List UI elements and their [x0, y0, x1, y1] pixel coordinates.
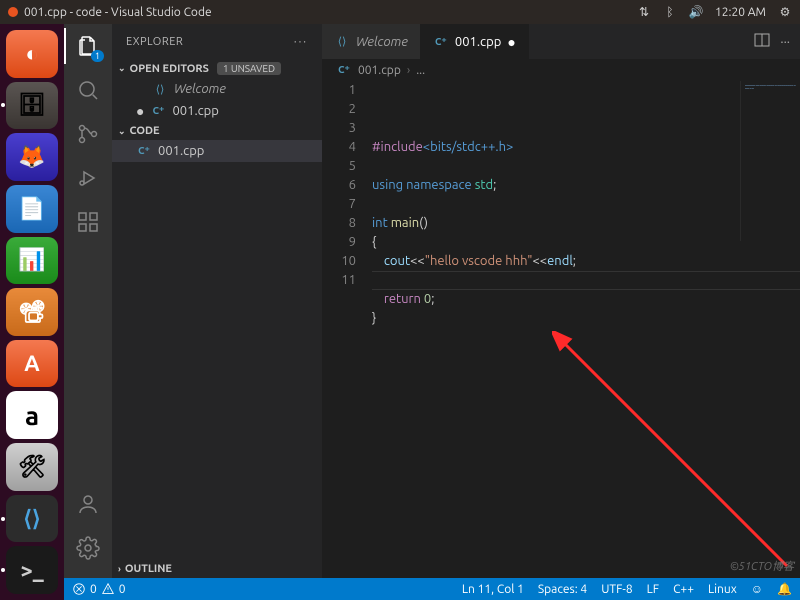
chevron-right-icon: ›: [118, 564, 121, 574]
launcher-ubuntu-software[interactable]: A: [6, 340, 58, 388]
open-editors-header[interactable]: ⌄ OPEN EDITORS 1 UNSAVED: [112, 59, 322, 78]
editor-tab[interactable]: C⁺ 001.cpp ●: [421, 24, 529, 59]
launcher-files[interactable]: 🗄: [6, 82, 58, 130]
file-label: 001.cpp: [158, 144, 204, 158]
breadcrumb[interactable]: C⁺ 001.cpp › ...: [322, 59, 800, 81]
network-icon[interactable]: ⇅: [637, 5, 651, 19]
vscode-window: 1 EXPLORER ··· ⌄ OPEN EDIT: [64, 24, 800, 600]
file-tree-item[interactable]: C⁺ 001.cpp: [112, 140, 322, 162]
gear-icon[interactable]: ⚙: [778, 5, 792, 19]
more-actions-icon[interactable]: ···: [780, 35, 790, 49]
accounts-icon[interactable]: [74, 490, 102, 518]
status-bell-icon[interactable]: 🔔: [777, 582, 792, 596]
file-label: 001.cpp: [172, 104, 218, 118]
launcher-amazon[interactable]: a: [6, 391, 58, 439]
window-title: 001.cpp - code - Visual Studio Code: [24, 6, 212, 19]
explorer-icon[interactable]: 1: [74, 32, 102, 60]
editor-main: ⟨⟩ Welcome C⁺ 001.cpp ● ··· C⁺ 001.cpp › ...…: [322, 24, 800, 578]
system-tray: ⇅ ᛒ 🔊 12:20 AM ⚙: [637, 5, 792, 19]
launcher-vscode[interactable]: ⟨⟩: [6, 495, 58, 543]
status-problems[interactable]: 0 0: [72, 582, 126, 596]
launcher-libre-impress[interactable]: 📽: [6, 288, 58, 336]
source-control-icon[interactable]: [74, 120, 102, 148]
status-os[interactable]: Linux: [708, 583, 737, 596]
debug-icon[interactable]: [74, 164, 102, 192]
launcher-ubuntu-dash[interactable]: ◐: [6, 30, 58, 78]
minimap[interactable]: ▬▬▬▬▬ ▬▬ ▬▬▬ ▬▬▬▬ ▬ ▬▬▬▬▬▬▬▬ ▬▬▬ ▬ ▬: [740, 81, 800, 241]
split-editor-icon[interactable]: [754, 32, 770, 51]
chevron-right-icon: ›: [407, 64, 410, 77]
launcher-firefox[interactable]: 🦊: [6, 133, 58, 181]
activity-bar: 1: [64, 24, 112, 578]
open-editor-item[interactable]: ⟨⟩ Welcome: [112, 78, 322, 100]
tab-label: Welcome: [356, 35, 408, 49]
sound-icon[interactable]: 🔊: [689, 5, 703, 19]
chevron-down-icon: ⌄: [118, 126, 126, 137]
watermark: ©51CTO博客: [730, 558, 794, 574]
cpp-file-icon: C⁺: [336, 62, 352, 78]
dirty-dot-icon: ●: [136, 103, 144, 119]
extensions-icon[interactable]: [74, 208, 102, 236]
editor-tabs: ⟨⟩ Welcome C⁺ 001.cpp ● ···: [322, 24, 800, 59]
launcher-settings-tool[interactable]: 🛠: [6, 443, 58, 491]
status-bar: 0 0 Ln 11, Col 1 Spaces: 4 UTF-8 LF C++ …: [64, 578, 800, 600]
code-area[interactable]: #include<bits/stdc++.h> using namespace …: [372, 81, 800, 578]
file-label: Welcome: [174, 82, 226, 96]
line-number-gutter: 1234567891011: [322, 81, 372, 578]
status-spaces[interactable]: Spaces: 4: [538, 583, 587, 596]
explorer-badge: 1: [91, 50, 104, 62]
launcher-terminal[interactable]: >_: [6, 546, 58, 594]
unsaved-badge: 1 UNSAVED: [217, 62, 281, 75]
dirty-dot-icon: ●: [507, 34, 515, 50]
explorer-more-icon[interactable]: ···: [294, 36, 308, 48]
workspace-header[interactable]: ⌄ CODE: [112, 122, 322, 140]
launcher-libre-calc[interactable]: 📊: [6, 237, 58, 285]
launcher-libre-writer[interactable]: 📄: [6, 185, 58, 233]
status-language[interactable]: C++: [673, 583, 694, 596]
explorer-title: EXPLORER: [126, 36, 183, 48]
open-editor-item[interactable]: ● C⁺ 001.cpp: [112, 100, 322, 122]
status-feedback-icon[interactable]: ☺: [751, 582, 763, 596]
cpp-file-icon: C⁺: [433, 34, 449, 50]
tab-label: 001.cpp: [455, 35, 501, 49]
status-encoding[interactable]: UTF-8: [601, 583, 632, 596]
status-eol[interactable]: LF: [647, 583, 659, 596]
search-icon[interactable]: [74, 76, 102, 104]
unity-launcher: ◐🗄🦊📄📊📽Aa🛠⟨⟩>_: [0, 24, 64, 600]
code-editor[interactable]: 1234567891011 #include<bits/stdc++.h> us…: [322, 81, 800, 578]
settings-gear-icon[interactable]: [74, 534, 102, 562]
cpp-file-icon: C⁺: [150, 103, 166, 119]
editor-tab[interactable]: ⟨⟩ Welcome: [322, 24, 421, 59]
clock[interactable]: 12:20 AM: [715, 6, 766, 19]
outline-header[interactable]: › OUTLINE: [112, 560, 322, 578]
current-line-highlight: [372, 271, 800, 290]
explorer-sidebar: EXPLORER ··· ⌄ OPEN EDITORS 1 UNSAVED ⟨⟩…: [112, 24, 322, 578]
vscode-icon: ⟨⟩: [152, 81, 168, 97]
vscode-icon: ⟨⟩: [334, 34, 350, 50]
status-line-col[interactable]: Ln 11, Col 1: [462, 583, 524, 596]
window-close-dot-icon[interactable]: [8, 7, 18, 17]
chevron-down-icon: ⌄: [118, 63, 126, 74]
bluetooth-icon[interactable]: ᛒ: [663, 5, 677, 19]
ubuntu-top-panel: 001.cpp - code - Visual Studio Code ⇅ ᛒ …: [0, 0, 800, 24]
cpp-file-icon: C⁺: [136, 143, 152, 159]
